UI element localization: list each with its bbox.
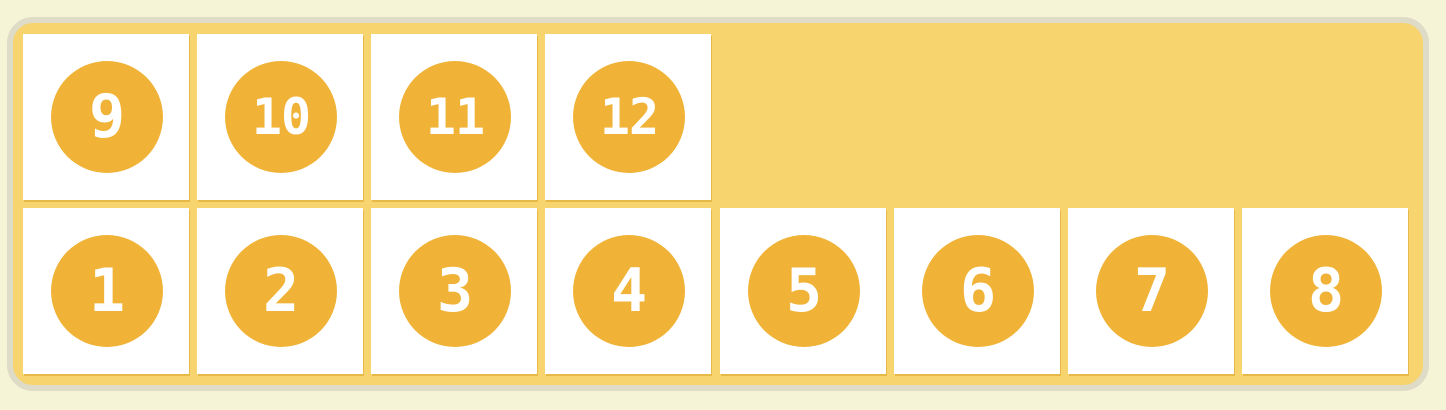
tile-12[interactable]: 12: [545, 34, 711, 200]
number-badge: 2: [225, 235, 337, 347]
tile-10[interactable]: 10: [197, 34, 363, 200]
tile-2[interactable]: 2: [197, 208, 363, 374]
number-badge: 12: [573, 61, 685, 173]
tile-6[interactable]: 6: [894, 208, 1060, 374]
number-badge: 5: [748, 235, 860, 347]
number-badge: 1: [51, 235, 163, 347]
number-badge: 11: [399, 61, 511, 173]
tile-1[interactable]: 1: [23, 208, 189, 374]
tile-3[interactable]: 3: [371, 208, 537, 374]
number-badge: 6: [922, 235, 1034, 347]
tile-grid: 9 10 11 12 1 2 3 4 5 6 7 8: [23, 34, 1413, 380]
tile-4[interactable]: 4: [545, 208, 711, 374]
tile-9[interactable]: 9: [23, 34, 189, 200]
number-badge: 10: [225, 61, 337, 173]
number-badge: 9: [51, 61, 163, 173]
number-badge: 3: [399, 235, 511, 347]
tile-11[interactable]: 11: [371, 34, 537, 200]
tile-8[interactable]: 8: [1242, 208, 1408, 374]
number-badge: 8: [1270, 235, 1382, 347]
tile-5[interactable]: 5: [720, 208, 886, 374]
tile-7[interactable]: 7: [1068, 208, 1234, 374]
number-badge: 4: [573, 235, 685, 347]
number-badge: 7: [1096, 235, 1208, 347]
